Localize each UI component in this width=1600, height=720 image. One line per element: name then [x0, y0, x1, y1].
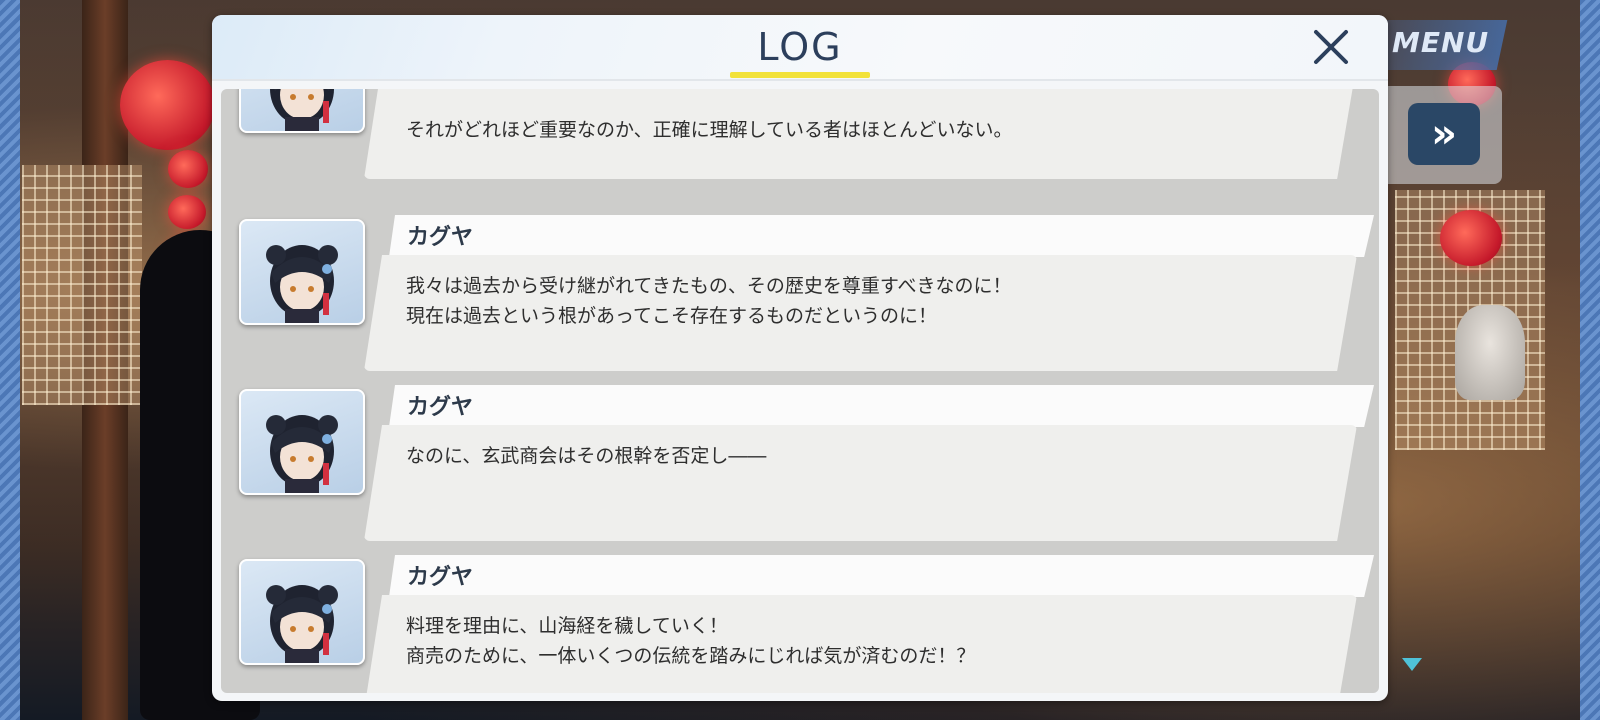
avatar [239, 559, 365, 665]
kaguya-portrait-icon [266, 415, 338, 493]
next-page-indicator-icon [1402, 658, 1422, 671]
red-lantern [120, 60, 215, 150]
speaker-name: カグヤ [407, 225, 474, 250]
lattice-window [22, 165, 142, 405]
log-entry: カグヤ 我々は過去から受け継がれてきたもの、その歴史を尊重すべきなのに！ 現在は… [221, 215, 1379, 380]
log-header: LOG [212, 15, 1388, 81]
log-scroll-area[interactable]: それがどれほど重要なのか、正確に理解している者はほとんどいない。 カグヤ 我々は… [221, 89, 1379, 693]
left-border-stripe [0, 0, 20, 720]
log-title: LOG [757, 25, 843, 69]
log-entry: それがどれほど重要なのか、正確に理解している者はほとんどいない。 [221, 89, 1379, 188]
log-window: LOG それがどれほど重要なのか、正確に理解している者はほとんどいない。 カグヤ… [212, 15, 1388, 701]
log-entry: カグヤ 料理を理由に、山海経を穢していく！ 商売のために、一体いくつの伝統を踏み… [221, 555, 1379, 693]
kaguya-portrait-icon [270, 89, 334, 131]
title-underline [730, 72, 870, 78]
avatar [239, 389, 365, 495]
red-lantern [168, 150, 208, 188]
avatar [239, 89, 365, 133]
dialog-line: それがどれほど重要なのか、正確に理解している者はほとんどいない。 [406, 119, 1013, 141]
speaker-name-bar [389, 555, 1374, 597]
fast-forward-icon: » [1431, 111, 1457, 157]
skip-button[interactable]: » [1408, 103, 1480, 165]
speaker-name: カグヤ [407, 395, 474, 420]
red-lantern [168, 195, 206, 229]
speaker-name-bar [389, 385, 1374, 427]
stone-lion-statue [1455, 305, 1525, 400]
avatar [239, 219, 365, 325]
dialog-line: 現在は過去という根があってこそ存在するものだというのに！ [406, 305, 938, 327]
close-icon [1314, 30, 1348, 64]
dialog-line: なのに、玄武商会はその根幹を否定し―― [406, 445, 767, 467]
close-button[interactable] [1307, 23, 1355, 71]
dialog-line: 我々は過去から受け継がれてきたもの、その歴史を尊重すべきなのに！ [406, 275, 1012, 297]
red-lantern [1440, 210, 1502, 266]
kaguya-portrait-icon [266, 245, 338, 323]
speaker-name-bar [389, 215, 1374, 257]
log-entry: カグヤ なのに、玄武商会はその根幹を否定し―― [221, 385, 1379, 550]
right-border-stripe [1580, 0, 1600, 720]
speaker-name: カグヤ [407, 565, 474, 590]
dialog-line: 料理を理由に、山海経を穢していく！ [406, 615, 728, 637]
menu-label[interactable]: MENU [1392, 26, 1489, 59]
kaguya-portrait-icon [266, 585, 338, 663]
dialog-line: 商売のために、一体いくつの伝統を踏みにじれば気が済むのだ！？ [406, 645, 976, 667]
